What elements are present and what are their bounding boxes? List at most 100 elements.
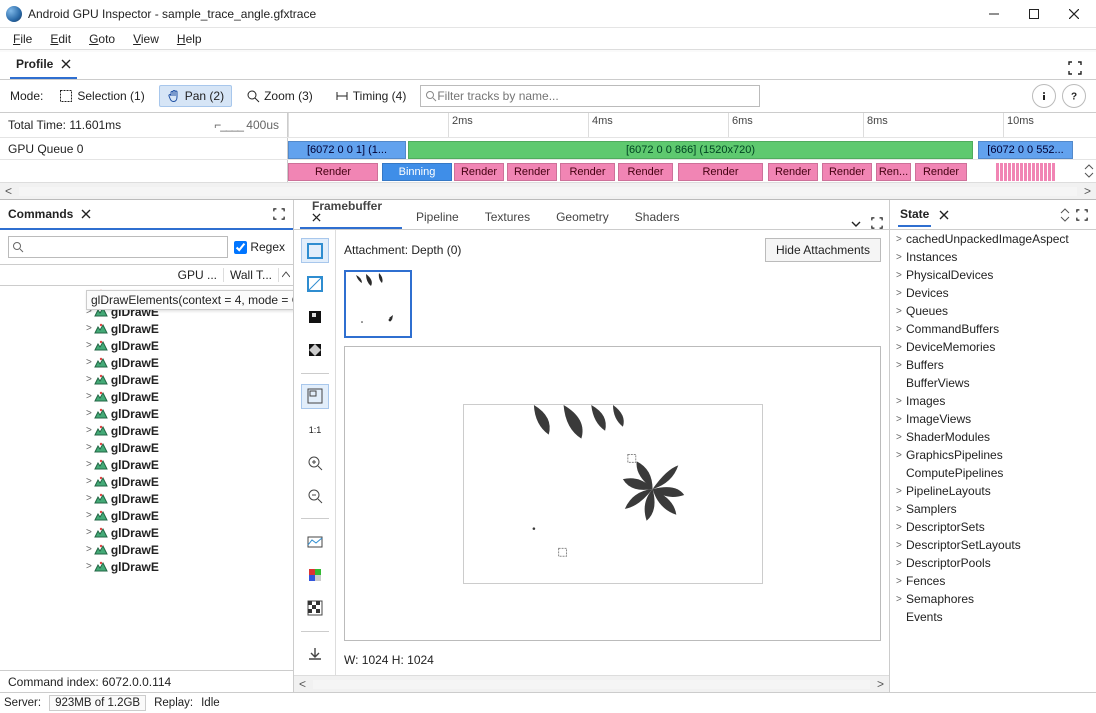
track-filter-input[interactable] (420, 85, 760, 107)
state-item[interactable]: Events (890, 608, 1096, 626)
window-close[interactable] (1054, 0, 1094, 28)
chevron-right-icon[interactable]: > (86, 340, 92, 351)
state-tree[interactable]: >cachedUnpackedImageAspect>Instances>Phy… (890, 230, 1096, 692)
fb-histogram-icon[interactable] (301, 529, 329, 554)
timeline-seg[interactable]: [6072 0 0 552... (978, 141, 1073, 159)
chevron-right-icon[interactable]: > (896, 342, 906, 353)
chevron-right-icon[interactable]: > (896, 234, 906, 245)
chevron-right-icon[interactable]: > (86, 459, 92, 470)
command-row[interactable]: >glDrawE (0, 354, 293, 371)
expand-collapse-icon[interactable] (1060, 208, 1070, 222)
command-row[interactable]: >glDrawE (0, 388, 293, 405)
window-maximize[interactable] (1014, 0, 1054, 28)
chevron-right-icon[interactable]: > (896, 540, 906, 551)
state-item[interactable]: >GraphicsPipelines (890, 446, 1096, 464)
chevron-right-icon[interactable]: > (896, 504, 906, 515)
command-row[interactable]: >glDrawE (0, 456, 293, 473)
state-item[interactable]: >Samplers (890, 500, 1096, 518)
timeline-seg[interactable]: Render (288, 163, 378, 181)
regex-toggle[interactable]: Regex (234, 240, 285, 254)
scroll-left-icon[interactable]: < (0, 184, 17, 198)
timeline-queue-bars[interactable]: [6072 0 0 1] (1... [6072 0 0 866] (1520x… (288, 138, 1096, 159)
commands-col-gpu[interactable]: GPU ... (172, 268, 224, 282)
chevron-right-icon[interactable]: > (896, 414, 906, 425)
fb-channels-icon[interactable] (301, 562, 329, 587)
chevron-right-icon[interactable]: > (896, 576, 906, 587)
fb-thumbnail[interactable] (344, 270, 412, 338)
command-row[interactable]: >glDrawE (0, 337, 293, 354)
tab-textures[interactable]: Textures (473, 205, 542, 229)
timeline-seg[interactable]: Render (822, 163, 872, 181)
state-item[interactable]: >CommandBuffers (890, 320, 1096, 338)
state-item[interactable]: >Fences (890, 572, 1096, 590)
chevron-right-icon[interactable]: > (86, 476, 92, 487)
commands-col-wall[interactable]: Wall T... (224, 268, 279, 282)
menu-view[interactable]: View (124, 30, 168, 48)
chevron-right-icon[interactable]: > (86, 323, 92, 334)
state-item[interactable]: BufferViews (890, 374, 1096, 392)
timeline-seg[interactable]: [6072 0 0 866] (1520x720) (408, 141, 973, 159)
fb-zoom-in-icon[interactable] (301, 450, 329, 475)
state-item[interactable]: >cachedUnpackedImageAspect (890, 230, 1096, 248)
state-item[interactable]: >Buffers (890, 356, 1096, 374)
tab-pipeline[interactable]: Pipeline (404, 205, 471, 229)
close-icon[interactable] (61, 59, 71, 69)
fb-view-color[interactable] (301, 238, 329, 263)
chevron-right-icon[interactable]: > (86, 357, 92, 368)
timeline-stripes[interactable] (996, 163, 1076, 181)
chevron-right-icon[interactable]: > (86, 374, 92, 385)
state-item[interactable]: >DescriptorSetLayouts (890, 536, 1096, 554)
timeline-seg[interactable]: Binning (382, 163, 452, 181)
chevron-right-icon[interactable]: > (896, 324, 906, 335)
maximize-panel-icon[interactable] (1064, 57, 1086, 79)
chevron-right-icon[interactable]: > (86, 510, 92, 521)
command-row[interactable]: >glDrawE (0, 541, 293, 558)
chevron-right-icon[interactable]: > (86, 442, 92, 453)
menu-edit[interactable]: Edit (41, 30, 80, 48)
close-icon[interactable] (81, 209, 91, 219)
chevron-right-icon[interactable]: > (896, 270, 906, 281)
regex-checkbox[interactable] (234, 241, 247, 254)
chevron-right-icon[interactable]: > (86, 561, 92, 572)
commands-list[interactable]: glDrawElements(context = 4, mode = GL_TR… (0, 286, 293, 670)
commands-search[interactable] (8, 236, 228, 258)
menu-help[interactable]: Help (168, 30, 211, 48)
maximize-panel-icon[interactable] (1076, 209, 1088, 221)
state-item[interactable]: >DescriptorSets (890, 518, 1096, 536)
scroll-right-icon[interactable]: > (872, 677, 889, 691)
chevron-right-icon[interactable]: > (896, 252, 906, 263)
command-row[interactable]: >glDrawE (0, 558, 293, 575)
timeline-seg[interactable]: Render (768, 163, 818, 181)
hide-attachments-button[interactable]: Hide Attachments (765, 238, 881, 262)
command-row[interactable]: >glDrawE (0, 439, 293, 456)
timeline-seg[interactable]: Ren... (876, 163, 911, 181)
state-item[interactable]: >DeviceMemories (890, 338, 1096, 356)
sort-icon[interactable] (279, 271, 293, 279)
fb-view-stencil[interactable] (301, 338, 329, 363)
timeline-seg[interactable]: Render (560, 163, 615, 181)
command-row[interactable]: >glDrawE (0, 524, 293, 541)
maximize-panel-icon[interactable] (871, 217, 883, 229)
timeline-seg[interactable]: Render (507, 163, 557, 181)
chevron-right-icon[interactable]: > (86, 544, 92, 555)
commands-search-input[interactable] (24, 240, 224, 254)
timeline-seg[interactable]: [6072 0 0 1] (1... (288, 141, 406, 159)
timeline-seg[interactable]: Render (454, 163, 504, 181)
close-icon[interactable] (939, 210, 949, 220)
fb-save-icon[interactable] (301, 642, 329, 667)
chevron-right-icon[interactable]: > (896, 432, 906, 443)
command-row[interactable]: >glDrawE (0, 473, 293, 490)
center-scrollbar[interactable]: < > (294, 675, 889, 692)
chevron-down-icon[interactable] (851, 219, 861, 229)
state-item[interactable]: >Images (890, 392, 1096, 410)
chevron-right-icon[interactable]: > (86, 493, 92, 504)
state-item[interactable]: >PhysicalDevices (890, 266, 1096, 284)
window-minimize[interactable] (974, 0, 1014, 28)
command-row[interactable]: >glDrawE (0, 405, 293, 422)
chevron-right-icon[interactable]: > (86, 527, 92, 538)
state-item[interactable]: >Devices (890, 284, 1096, 302)
menu-file[interactable]: File (4, 30, 41, 48)
timeline-scrollbar[interactable]: < > (0, 182, 1096, 199)
fb-fit-icon[interactable] (301, 384, 329, 409)
chevron-right-icon[interactable]: > (896, 486, 906, 497)
